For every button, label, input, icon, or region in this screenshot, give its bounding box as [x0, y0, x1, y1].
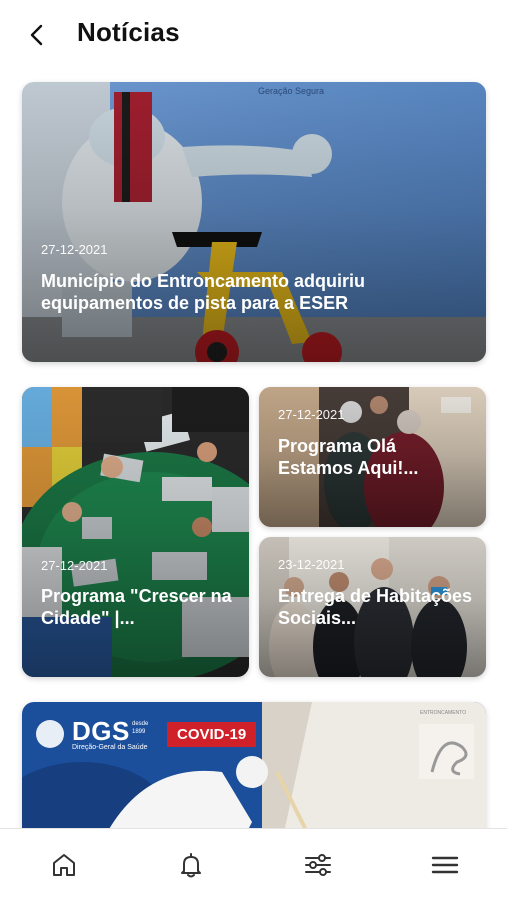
- news-date: 23-12-2021: [278, 557, 345, 572]
- news-date: 27-12-2021: [41, 242, 108, 257]
- news-card[interactable]: DGS desde 1899 Direção-Geral da Saúde CO…: [22, 702, 486, 842]
- covid-badge: COVID-19: [167, 722, 257, 747]
- dgs-logo-text: DGS: [72, 716, 130, 746]
- news-card[interactable]: 27-12-2021 Programa Olá Estamos Aqui!...: [259, 387, 486, 527]
- home-icon: [53, 854, 75, 876]
- page-title: Notícias: [77, 17, 180, 47]
- news-title: Entrega de Habitações Sociais...: [278, 586, 473, 628]
- bell-icon: [181, 853, 201, 878]
- bottom-tab-bar: [0, 828, 507, 901]
- news-date: 27-12-2021: [278, 407, 345, 422]
- back-button[interactable]: [22, 20, 52, 50]
- news-title: Município do Entroncamento adquiriu equi…: [41, 271, 365, 313]
- globe-icon: [36, 720, 64, 748]
- image-overlay: [22, 387, 249, 677]
- header: Notícias: [0, 0, 507, 74]
- news-title: Programa "Crescer na Cidade" |...: [41, 586, 232, 628]
- news-title: Programa Olá Estamos Aqui!...: [278, 436, 419, 478]
- menu-icon: [431, 856, 459, 874]
- news-card-featured[interactable]: Geração Segura 27-12-2021 Município do E…: [22, 82, 486, 362]
- tab-menu[interactable]: [427, 847, 463, 883]
- news-card[interactable]: 27-12-2021 Programa "Crescer na Cidade" …: [22, 387, 249, 677]
- municipality-logo-text: ENTRONCAMENTO: [420, 710, 467, 716]
- news-date: 27-12-2021: [41, 558, 108, 573]
- news-card[interactable]: 23-12-2021 Entrega de Habitações Sociais…: [259, 537, 486, 677]
- tab-filters[interactable]: [300, 847, 336, 883]
- tab-notifications[interactable]: [173, 847, 209, 883]
- sliders-icon: [305, 854, 331, 876]
- tab-home[interactable]: [46, 847, 82, 883]
- image-overlay: [22, 82, 486, 362]
- image-sign-text: Geração Segura: [258, 86, 325, 96]
- dgs-since-text: desde 1899: [132, 721, 149, 735]
- dgs-full-text: Direção-Geral da Saúde: [72, 744, 148, 751]
- chevron-left-icon: [30, 24, 43, 46]
